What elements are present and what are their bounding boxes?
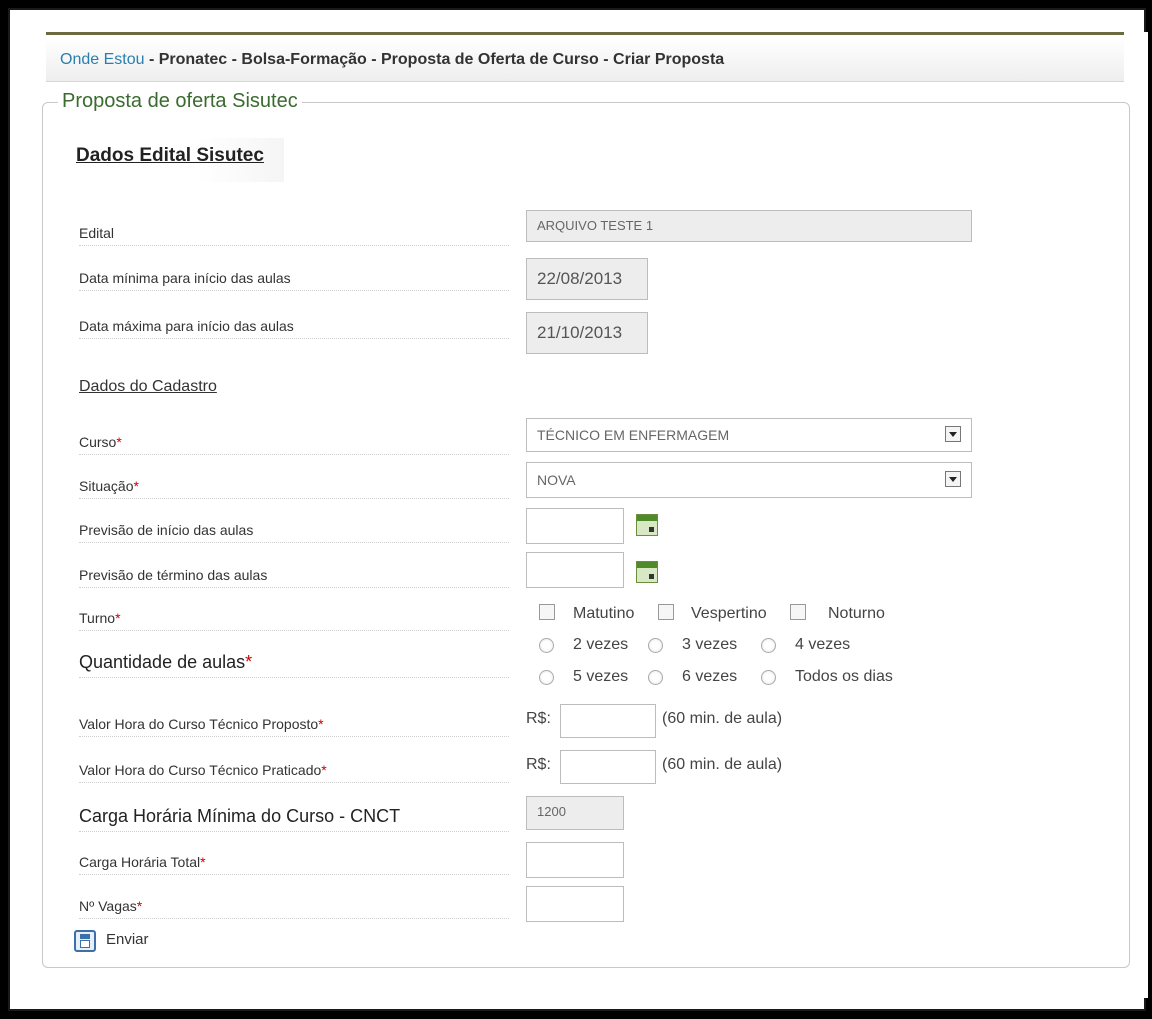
save-icon[interactable] <box>74 930 96 952</box>
quantidade-4-label: 4 vezes <box>795 636 851 653</box>
calendar-icon[interactable] <box>636 561 658 583</box>
section-title: Dados Edital Sisutec <box>66 138 284 182</box>
chevron-down-icon[interactable] <box>945 471 961 487</box>
turno-label: Turno* <box>79 610 509 631</box>
data-max-field: 21/10/2013 <box>526 312 648 354</box>
situacao-label-text: Situação <box>79 478 134 494</box>
quantidade-6-radio[interactable] <box>648 670 663 685</box>
quantidade-2-label: 2 vezes <box>573 636 629 653</box>
quantidade-6-label: 6 vezes <box>682 668 738 685</box>
valor-praticado-input[interactable] <box>560 750 656 784</box>
prev-termino-label-text: Previsão de término das aulas <box>79 567 268 583</box>
situacao-select-value: NOVA <box>537 472 576 488</box>
panel-legend: Proposta de oferta Sisutec <box>58 90 302 113</box>
data-min-label-text: Data mínima para início das aulas <box>79 270 291 286</box>
turno-matutino-label: Matutino <box>573 605 635 622</box>
data-max-label: Data máxima para início das aulas <box>79 318 509 339</box>
quantidade-2-radio[interactable] <box>539 638 554 653</box>
carga-total-label: Carga Horária Total* <box>79 854 509 875</box>
turno-vespertino-checkbox[interactable] <box>658 604 674 620</box>
turno-vespertino-label: Vespertino <box>691 605 767 622</box>
quantidade-3-radio[interactable] <box>648 638 663 653</box>
quantidade-todos-label: Todos os dias <box>795 668 893 685</box>
situacao-select[interactable]: NOVA <box>526 462 972 498</box>
prev-termino-label: Previsão de término das aulas <box>79 567 509 588</box>
situacao-label: Situação* <box>79 478 509 499</box>
curso-select[interactable]: TÉCNICO EM ENFERMAGEM <box>526 418 972 452</box>
carga-total-input[interactable] <box>526 842 624 878</box>
valor-proposto-label-text: Valor Hora do Curso Técnico Proposto <box>79 716 319 732</box>
curso-label-text: Curso <box>79 434 117 450</box>
calendar-icon[interactable] <box>636 514 658 536</box>
carga-min-label-text: Carga Horária Mínima do Curso - CNCT <box>79 806 401 826</box>
prev-inicio-label-text: Previsão de início das aulas <box>79 522 254 538</box>
chevron-down-icon[interactable] <box>945 426 961 442</box>
breadcrumb-here-link[interactable]: Onde Estou <box>60 51 145 68</box>
required-mark: * <box>115 610 121 626</box>
curso-label: Curso* <box>79 434 509 455</box>
currency-label: R$: <box>526 710 551 727</box>
unit-note: (60 min. de aula) <box>662 756 783 773</box>
edital-label: Edital <box>79 225 509 246</box>
carga-min-label: Carga Horária Mínima do Curso - CNCT <box>79 806 509 832</box>
turno-noturno-checkbox[interactable] <box>790 604 806 620</box>
valor-proposto-input[interactable] <box>560 704 656 738</box>
vagas-label: Nº Vagas* <box>79 898 509 919</box>
data-min-label: Data mínima para início das aulas <box>79 270 509 291</box>
unit-note: (60 min. de aula) <box>662 710 783 727</box>
carga-min-field: 1200 <box>526 796 624 830</box>
required-mark: * <box>321 762 327 778</box>
quantidade-5-radio[interactable] <box>539 670 554 685</box>
quantidade-todos-radio[interactable] <box>761 670 776 685</box>
top-divider <box>46 32 1124 35</box>
turno-label-text: Turno <box>79 610 116 626</box>
send-button[interactable]: Enviar <box>106 931 149 948</box>
prev-termino-input[interactable] <box>526 552 624 588</box>
cadastro-title: Dados do Cadastro <box>79 378 217 395</box>
valor-proposto-label: Valor Hora do Curso Técnico Proposto* <box>79 716 509 737</box>
required-mark: * <box>200 854 206 870</box>
edital-field: ARQUIVO TESTE 1 <box>526 210 972 242</box>
valor-praticado-label-text: Valor Hora do Curso Técnico Praticado <box>79 762 322 778</box>
currency-label: R$: <box>526 756 551 773</box>
required-mark: * <box>116 434 122 450</box>
window-frame: Onde Estou - Pronatec - Bolsa-Formação -… <box>8 8 1148 1011</box>
turno-noturno-label: Noturno <box>828 605 885 622</box>
section-title-text: Dados Edital Sisutec <box>76 145 264 166</box>
quantidade-4-radio[interactable] <box>761 638 776 653</box>
breadcrumb-path: - Pronatec - Bolsa-Formação - Proposta d… <box>144 51 725 68</box>
vagas-label-text: Nº Vagas <box>79 898 137 914</box>
carga-total-label-text: Carga Horária Total <box>79 854 201 870</box>
prev-inicio-label: Previsão de início das aulas <box>79 522 509 543</box>
required-mark: * <box>136 898 143 914</box>
valor-praticado-label: Valor Hora do Curso Técnico Praticado* <box>79 762 509 783</box>
breadcrumb: Onde Estou - Pronatec - Bolsa-Formação -… <box>46 38 1124 82</box>
required-mark: * <box>133 478 139 494</box>
quantidade-label-text: Quantidade de aulas <box>79 652 246 672</box>
data-min-field: 22/08/2013 <box>526 258 648 300</box>
quantidade-label: Quantidade de aulas* <box>79 652 509 678</box>
curso-select-value: TÉCNICO EM ENFERMAGEM <box>537 427 730 443</box>
turno-matutino-checkbox[interactable] <box>539 604 555 620</box>
prev-inicio-input[interactable] <box>526 508 624 544</box>
quantidade-3-label: 3 vezes <box>682 636 738 653</box>
required-mark: * <box>318 716 324 732</box>
vagas-input[interactable] <box>526 886 624 922</box>
edital-label-text: Edital <box>79 225 115 241</box>
data-max-label-text: Data máxima para início das aulas <box>79 318 294 334</box>
required-mark: * <box>245 652 253 672</box>
page-content: Onde Estou - Pronatec - Bolsa-Formação -… <box>34 32 1148 998</box>
quantidade-5-label: 5 vezes <box>573 668 629 685</box>
